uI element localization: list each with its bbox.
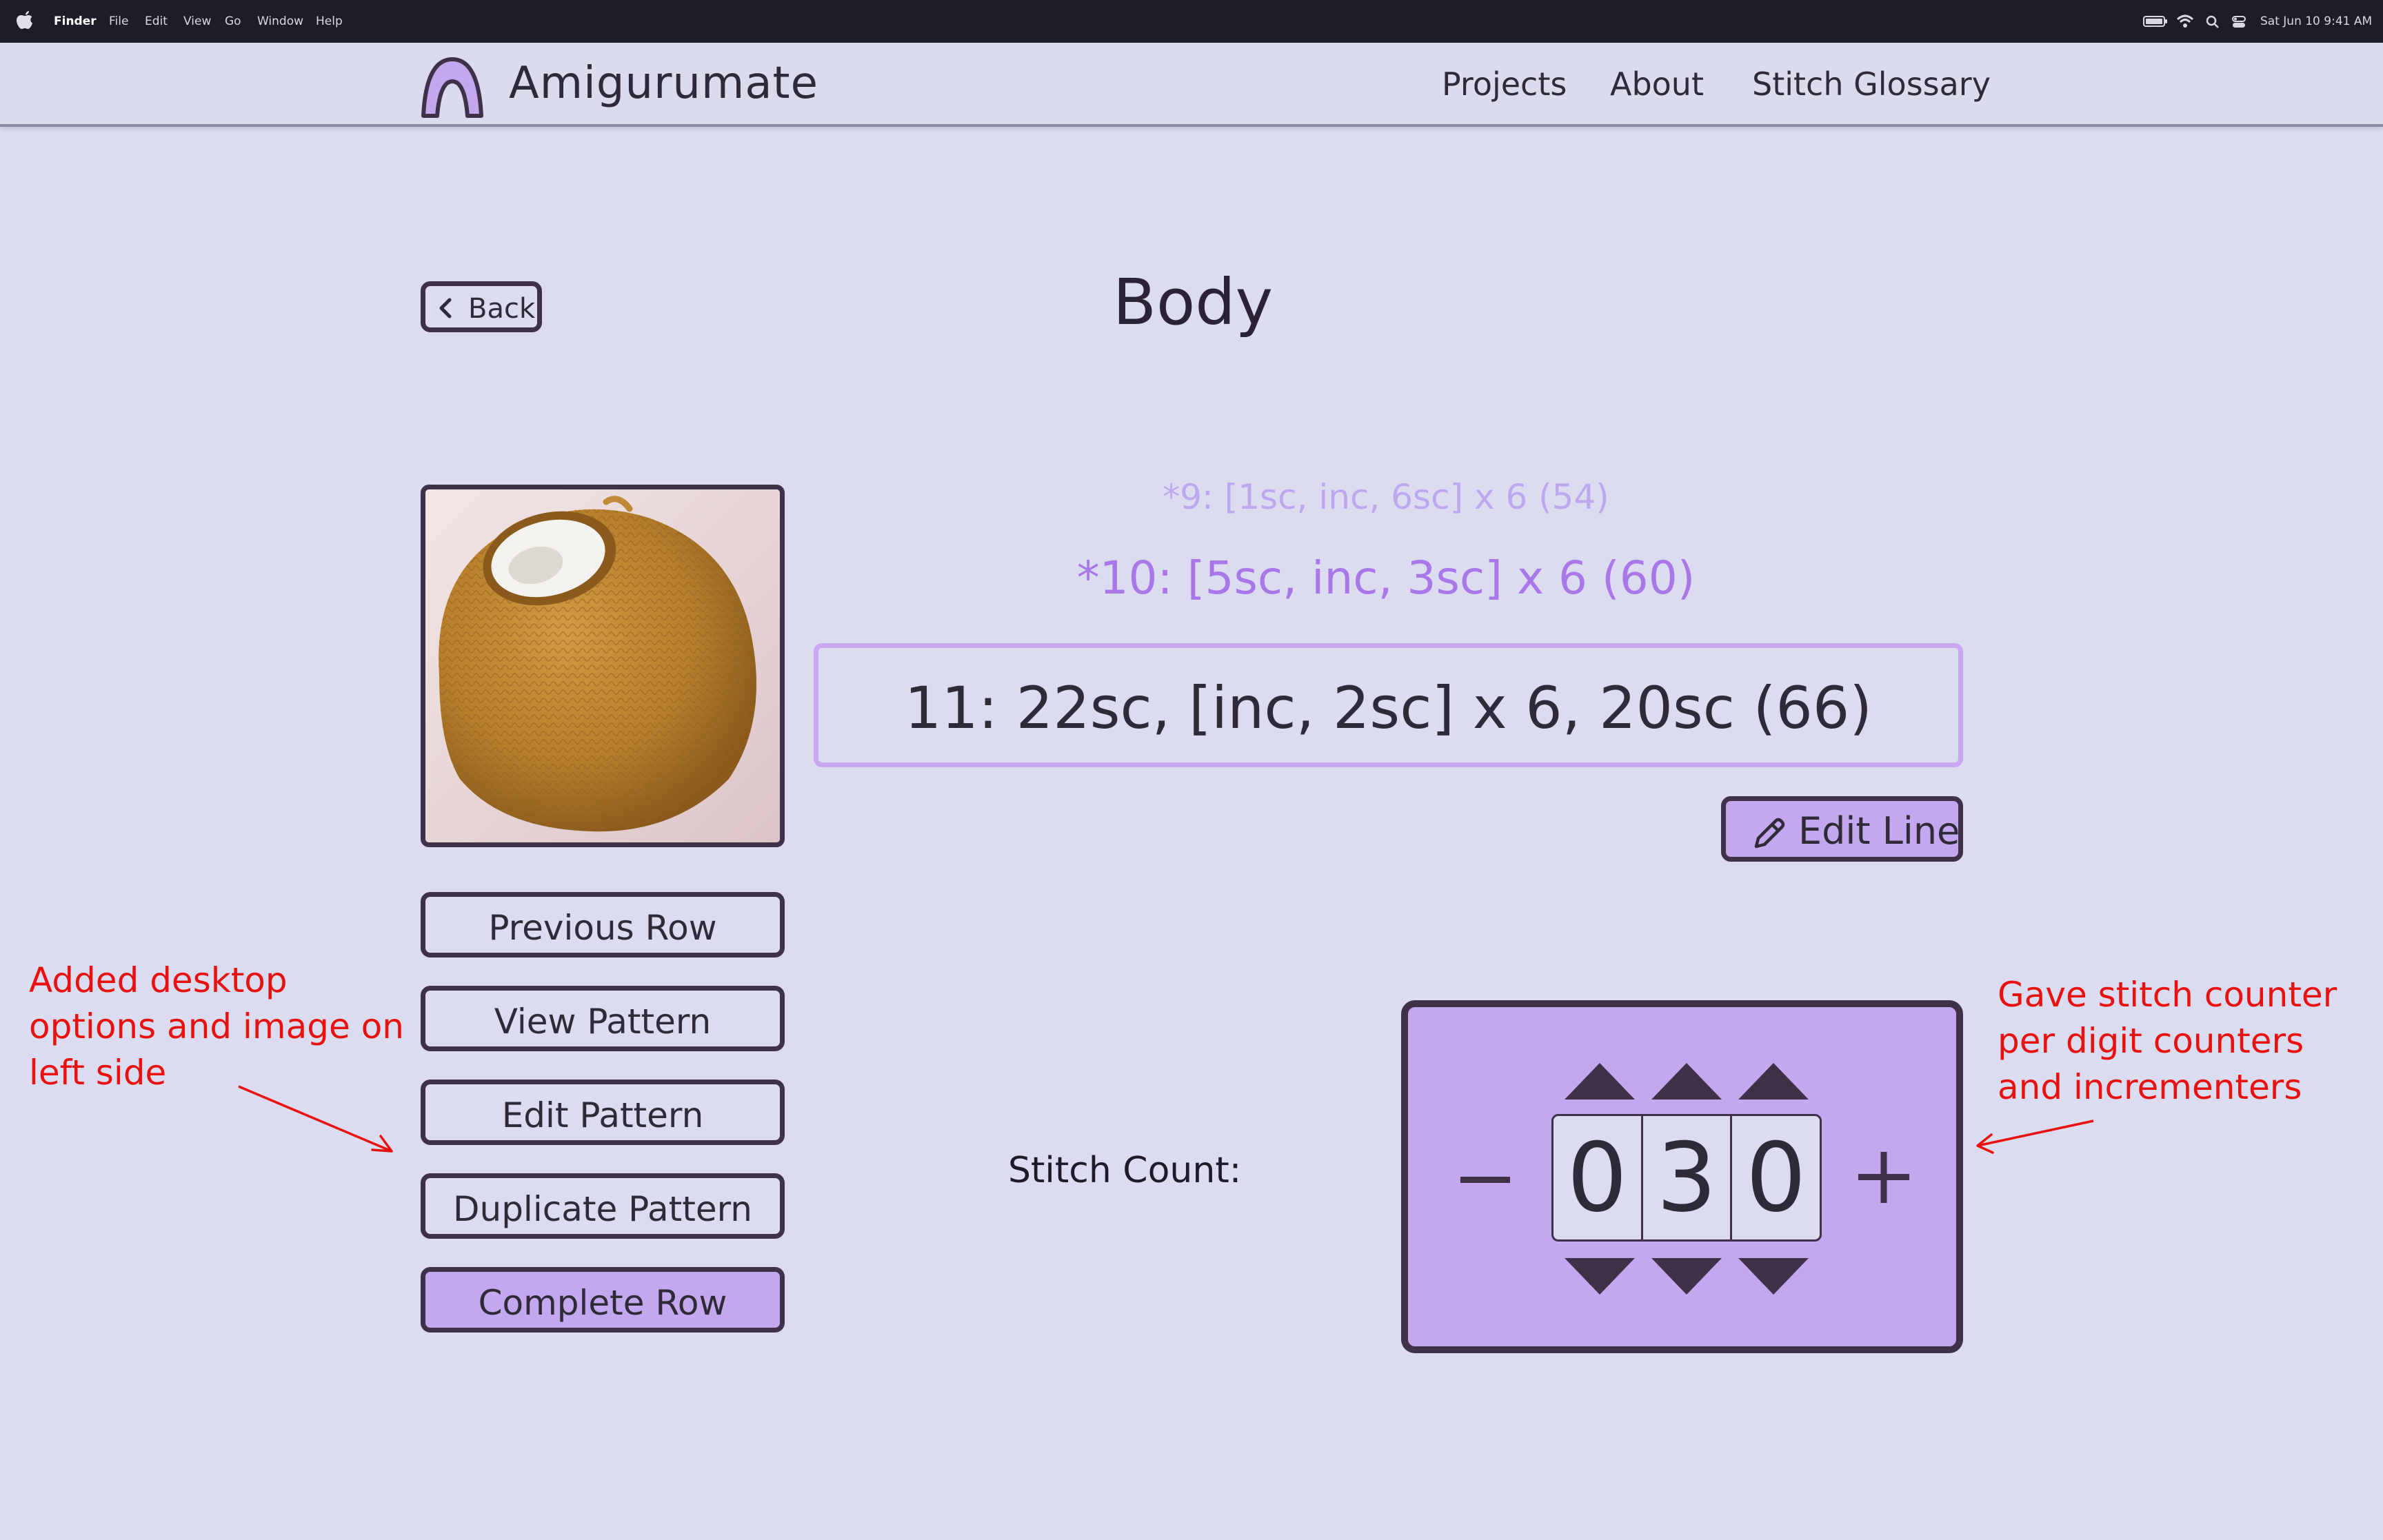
- current-line-text: 11: 22sc, [inc, 2sc] x 6, 20sc (66): [904, 674, 1873, 742]
- apple-logo-icon[interactable]: [15, 10, 36, 33]
- nav-about[interactable]: About: [1610, 65, 1704, 103]
- menu-edit[interactable]: Edit: [145, 0, 168, 43]
- spotlight-search-icon[interactable]: [2205, 14, 2220, 30]
- current-pattern-line: 11: 22sc, [inc, 2sc] x 6, 20sc (66): [814, 643, 1963, 767]
- pattern-line-previous-2: *9: [1sc, inc, 6sc] x 6 (54): [1163, 477, 1609, 517]
- digit-1-increment-arrow-icon[interactable]: [1565, 1063, 1635, 1100]
- menu-app-name[interactable]: Finder: [54, 0, 97, 43]
- chevron-left-icon: [439, 298, 452, 318]
- edit-pattern-button[interactable]: Edit Pattern: [421, 1080, 785, 1145]
- app-header: Amigurumate Projects About Stitch Glossa…: [0, 43, 2383, 127]
- decrement-minus-icon[interactable]: [1458, 1159, 1513, 1200]
- stitch-digit-ones[interactable]: 0: [1732, 1116, 1820, 1239]
- annotation-right-arrow-icon: [1976, 1119, 2094, 1154]
- digit-2-increment-arrow-icon[interactable]: [1651, 1063, 1722, 1100]
- menu-go[interactable]: Go: [225, 0, 241, 43]
- duplicate-pattern-label: Duplicate Pattern: [453, 1189, 752, 1229]
- menu-view[interactable]: View: [183, 0, 211, 43]
- annotation-right-line-1: Gave stitch counter: [1998, 975, 2337, 1015]
- menu-clock[interactable]: Sat Jun 10 9:41 AM: [2260, 0, 2372, 43]
- system-menu-bar: Finder File Edit View Go Window Help Sat…: [0, 0, 2383, 43]
- menu-help[interactable]: Help: [316, 0, 343, 43]
- complete-row-button[interactable]: Complete Row: [421, 1267, 785, 1333]
- stitch-count-digits: 0 3 0: [1551, 1114, 1822, 1242]
- annotation-right-line-3: and incrementers: [1998, 1067, 2302, 1107]
- pattern-line-previous-1: *10: [5sc, inc, 3sc] x 6 (60): [1076, 551, 1696, 605]
- nav-stitch-glossary[interactable]: Stitch Glossary: [1752, 65, 1991, 103]
- stitch-counter: 0 3 0: [1401, 1000, 1963, 1353]
- crochet-body-image: [425, 489, 780, 842]
- menu-file[interactable]: File: [109, 0, 128, 43]
- annotation-right: Gave stitch counter per digit counters a…: [1998, 972, 2337, 1111]
- stitch-count-label: Stitch Count:: [1008, 1150, 1242, 1191]
- nav-projects[interactable]: Projects: [1442, 65, 1567, 103]
- project-photo: [421, 485, 785, 847]
- battery-icon[interactable]: [2143, 15, 2168, 28]
- edit-pattern-label: Edit Pattern: [501, 1095, 704, 1135]
- duplicate-pattern-button[interactable]: Duplicate Pattern: [421, 1173, 785, 1239]
- menu-window[interactable]: Window: [257, 0, 303, 43]
- annotation-left-arrow-icon: [238, 1085, 393, 1153]
- annotation-left-line-2: options and image on: [29, 1006, 404, 1046]
- previous-row-button[interactable]: Previous Row: [421, 892, 785, 958]
- page-title: Body: [1112, 265, 1274, 339]
- digit-3-decrement-arrow-icon[interactable]: [1738, 1258, 1809, 1295]
- stitch-digit-tens[interactable]: 3: [1643, 1116, 1733, 1239]
- annotation-right-line-2: per digit counters: [1998, 1021, 2304, 1061]
- digit-1-decrement-arrow-icon[interactable]: [1565, 1258, 1635, 1295]
- edit-line-button[interactable]: Edit Line: [1721, 796, 1963, 862]
- back-label: Back: [468, 293, 536, 325]
- digit-2-decrement-arrow-icon[interactable]: [1651, 1258, 1722, 1295]
- brand-name[interactable]: Amigurumate: [509, 58, 818, 109]
- stitch-digit-hundreds[interactable]: 0: [1554, 1116, 1643, 1239]
- amigurumate-logo-icon[interactable]: [419, 54, 485, 120]
- edit-line-label: Edit Line: [1798, 809, 1960, 853]
- view-pattern-label: View Pattern: [494, 1002, 712, 1042]
- digit-3-increment-arrow-icon[interactable]: [1738, 1063, 1809, 1100]
- pencil-icon: [1754, 818, 1785, 849]
- back-button[interactable]: Back: [421, 281, 542, 332]
- complete-row-label: Complete Row: [478, 1283, 727, 1323]
- increment-plus-icon[interactable]: [1853, 1146, 1915, 1208]
- previous-row-label: Previous Row: [488, 908, 717, 948]
- view-pattern-button[interactable]: View Pattern: [421, 986, 785, 1051]
- control-center-icon[interactable]: [2231, 14, 2246, 30]
- wifi-icon[interactable]: [2176, 14, 2194, 29]
- annotation-left-line-1: Added desktop: [29, 960, 288, 1000]
